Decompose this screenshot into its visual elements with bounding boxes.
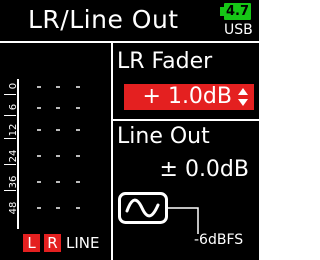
panel-divider: [111, 43, 113, 260]
meter-scale-separator: [4, 138, 16, 139]
battery-level: 4.7: [225, 4, 250, 19]
meter-dash: [37, 207, 41, 209]
channel-label: L: [27, 234, 36, 252]
meter-dash: [37, 181, 41, 183]
meter-dash: [76, 129, 80, 131]
meter-scale-label: 48: [8, 201, 19, 215]
reference-leader-line: [168, 207, 199, 234]
meter-dash: [76, 207, 80, 209]
usb-indicator: USB: [224, 22, 253, 38]
meter-scale-separator: [4, 94, 16, 95]
channel-label: R: [47, 234, 58, 252]
meter-dash: [76, 86, 80, 88]
meter-dash: [76, 107, 80, 109]
meter-dash: [76, 155, 80, 157]
meter-scale-label: 0: [8, 82, 19, 90]
meter-dash: [76, 181, 80, 183]
header: LR/Line Out 4.7 USB: [0, 0, 259, 40]
meter-dash: [37, 129, 41, 131]
meter-scale-separator: [4, 190, 16, 191]
meter-scale-label: 24: [8, 149, 19, 163]
meter-scale-label: 36: [8, 175, 19, 189]
sine-wave-icon: [118, 192, 168, 224]
meter-scale-separator: [4, 115, 16, 116]
meter-dash: [56, 107, 60, 109]
meter-dash: [37, 155, 41, 157]
meter-dash: [56, 181, 60, 183]
channel-badge-l: L: [23, 234, 40, 252]
up-down-arrows-icon: [238, 88, 248, 106]
page-title: LR/Line Out: [28, 5, 179, 34]
battery-icon: 4.7: [224, 3, 251, 20]
line-out-label: Line Out: [117, 124, 210, 149]
lr-fader-label: LR Fader: [117, 49, 213, 74]
meter-dash: [56, 129, 60, 131]
reference-level-label: -6dBFS: [194, 232, 244, 248]
meter-dash: [56, 155, 60, 157]
meter-scale-separator: [4, 164, 16, 165]
meter-dash: [37, 86, 41, 88]
lr-line-out-screen: LR/Line Out 4.7 USB 0 6 12 24 36 48 L R …: [0, 0, 259, 260]
line-label: LINE: [66, 234, 100, 252]
line-out-value[interactable]: ± 0.0dB: [160, 157, 249, 182]
channel-badge-r: R: [44, 234, 61, 252]
lr-fader-value-field[interactable]: + 1.0dB: [124, 84, 254, 110]
meter-dash: [56, 86, 60, 88]
meter-scale-label: 6: [8, 103, 19, 111]
lr-fader-value: + 1.0dB: [142, 84, 232, 109]
meter-dash: [37, 107, 41, 109]
section-divider: [113, 119, 259, 121]
meter-scale-label: 12: [8, 123, 19, 137]
level-meter-panel: 0 6 12 24 36 48 L R LINE: [0, 43, 111, 260]
meter-dash: [56, 207, 60, 209]
